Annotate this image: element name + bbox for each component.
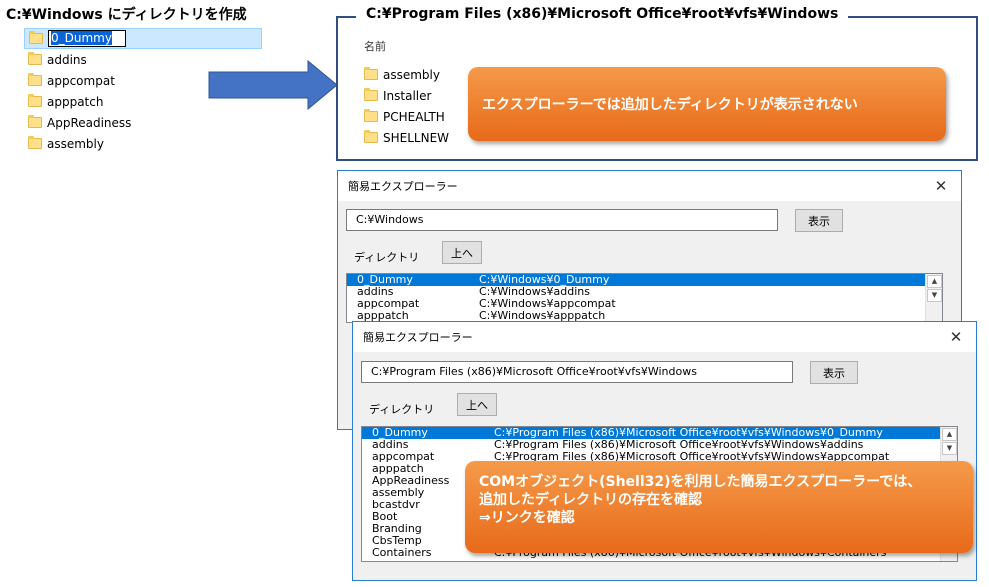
directory-label: ディレクトリ xyxy=(369,403,435,416)
right-arrow-icon xyxy=(208,60,338,110)
explorer-box-title: C:¥Program Files (x86)¥Microsoft Office¥… xyxy=(356,6,849,22)
folder-icon xyxy=(364,67,378,80)
dialog-titlebar: 簡易エクスプローラー ✕ xyxy=(353,322,976,352)
rename-input[interactable]: 0_Dummy xyxy=(48,30,126,47)
left-panel-title: C:¥Windows にディレクトリを作成 xyxy=(6,7,247,23)
tree-item-label: AppReadiness xyxy=(47,115,132,130)
tree-item-label: apppatch xyxy=(47,94,104,109)
tree-item[interactable]: AppReadiness xyxy=(24,112,262,133)
folder-icon xyxy=(28,52,42,65)
explorer-item-label: Installer xyxy=(383,88,432,103)
show-button[interactable]: 表示 xyxy=(795,209,843,232)
directory-listbox[interactable]: 0_Dummy C:¥Windows¥0_Dummy addins C:¥Windo… xyxy=(346,273,943,323)
folder-icon xyxy=(364,109,378,122)
scroll-up-icon[interactable]: ▲ xyxy=(942,428,957,441)
explorer-item[interactable]: PCHEALTH xyxy=(364,106,449,127)
close-icon[interactable]: ✕ xyxy=(946,328,966,346)
tree-item-label: appcompat xyxy=(47,73,115,88)
dialog-title: 簡易エクスプローラー xyxy=(363,331,473,344)
folder-icon xyxy=(364,130,378,143)
column-header-name[interactable]: 名前 xyxy=(364,38,386,54)
folder-icon xyxy=(29,31,43,44)
scroll-down-icon[interactable]: ▼ xyxy=(942,442,957,455)
explorer-item[interactable]: assembly xyxy=(364,64,449,85)
explorer-item[interactable]: SHELLNEW xyxy=(364,127,449,148)
list-item[interactable]: appcompat C:¥Windows¥appcompat xyxy=(347,298,942,310)
dialog-title: 簡易エクスプローラー xyxy=(348,180,458,193)
list-item[interactable]: 0_Dummy C:¥Windows¥0_Dummy xyxy=(347,274,942,286)
list-item[interactable]: addins C:¥Windows¥addins xyxy=(347,286,942,298)
tree-item-label: addins xyxy=(47,52,87,67)
explorer-item-label: PCHEALTH xyxy=(383,109,445,124)
dialog-titlebar: 簡易エクスプローラー ✕ xyxy=(338,171,961,201)
callout-line-1: COMオブジェクト(Shell32)を利用した簡易エクスプローラーでは、 xyxy=(479,474,922,490)
folder-icon xyxy=(364,88,378,101)
scroll-down-icon[interactable]: ▼ xyxy=(927,289,942,302)
tree-item-label: assembly xyxy=(47,136,104,151)
folder-icon xyxy=(28,94,42,107)
explorer-item-label: assembly xyxy=(383,67,440,82)
callout-explorer-note: エクスプローラーでは追加したディレクトリが表示されない xyxy=(468,67,946,141)
explorer-file-list: assembly Installer PCHEALTH SHELLNEW xyxy=(364,64,449,148)
scroll-up-icon[interactable]: ▲ xyxy=(927,275,942,288)
path-input[interactable]: C:¥Windows xyxy=(346,209,778,231)
folder-icon xyxy=(28,115,42,128)
path-input[interactable]: C:¥Program Files (x86)¥Microsoft Office¥… xyxy=(361,361,793,383)
folder-icon xyxy=(28,136,42,149)
tree-item[interactable]: assembly xyxy=(24,133,262,154)
close-icon[interactable]: ✕ xyxy=(931,177,951,195)
explorer-item[interactable]: Installer xyxy=(364,85,449,106)
up-button[interactable]: 上へ xyxy=(442,241,482,264)
folder-icon xyxy=(28,73,42,86)
explorer-item-label: SHELLNEW xyxy=(383,130,450,145)
callout-shell32-note: COMオブジェクト(Shell32)を利用した簡易エクスプローラーでは、 追加し… xyxy=(465,461,973,553)
tree-item-renaming[interactable]: 0_Dummy xyxy=(24,28,262,49)
show-button[interactable]: 表示 xyxy=(810,361,858,384)
up-button[interactable]: 上へ xyxy=(457,393,497,416)
listbox-scrollbar[interactable]: ▲ ▼ xyxy=(925,274,942,322)
directory-label: ディレクトリ xyxy=(354,251,420,264)
callout-line-3: ⇒リンクを確認 xyxy=(479,510,575,526)
callout-line-2: 追加したディレクトリの存在を確認 xyxy=(479,492,703,508)
